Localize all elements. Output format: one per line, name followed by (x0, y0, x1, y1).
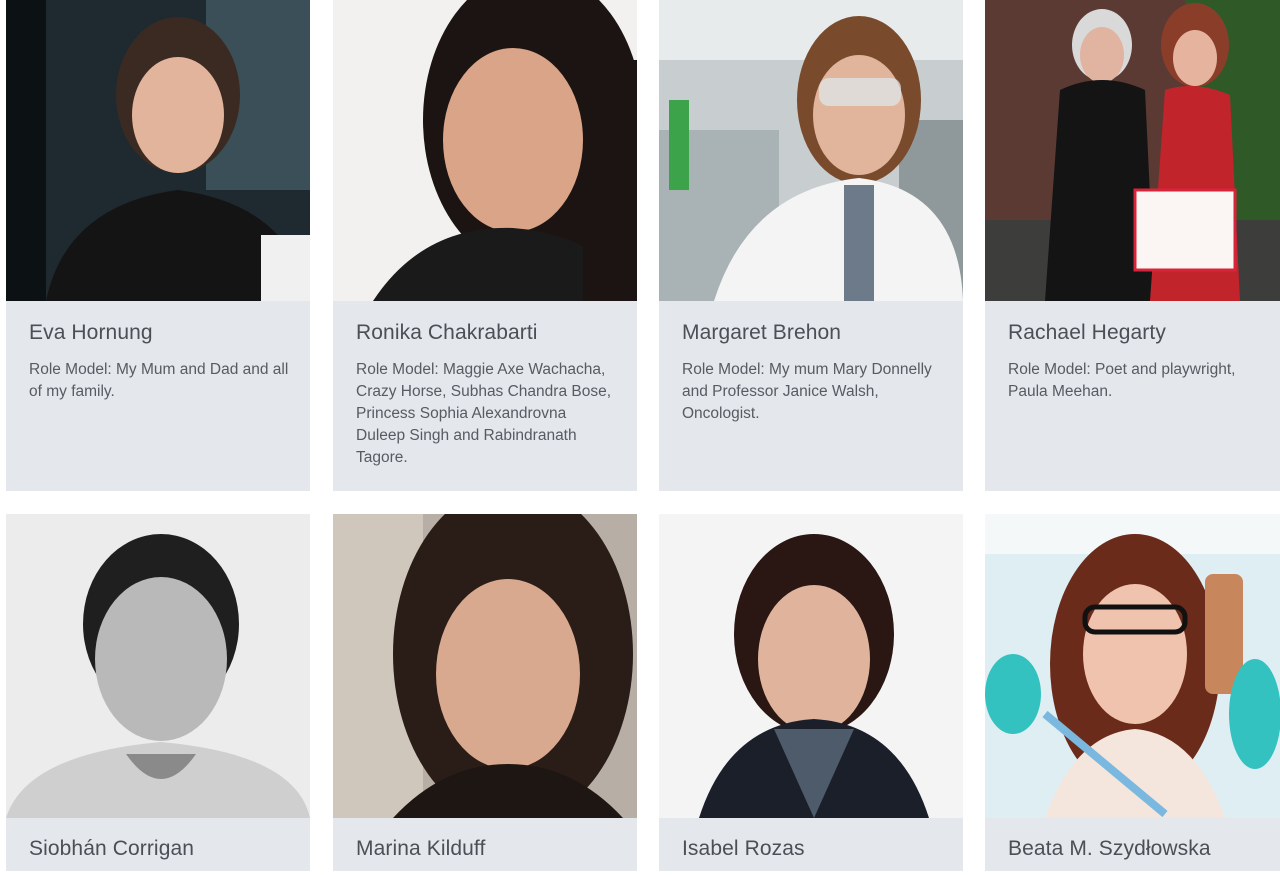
card-body: Eva Hornung Role Model: My Mum and Dad a… (29, 320, 292, 403)
profile-photo[interactable] (333, 0, 637, 301)
role-model-text: Role Model: Maggie Axe Wachacha, Crazy H… (356, 361, 612, 466)
profile-grid: Eva Hornung Role Model: My Mum and Dad a… (0, 0, 1280, 871)
profile-card-rachael-hegarty[interactable]: Rachael Hegarty Role Model: Poet and pla… (985, 0, 1280, 491)
profile-photo[interactable] (6, 514, 310, 818)
profile-card-siobhan-corrigan[interactable]: Siobhán Corrigan (6, 514, 310, 871)
profile-photo[interactable] (6, 0, 310, 301)
profile-card-margaret-brehon[interactable]: Margaret Brehon Role Model: My mum Mary … (659, 0, 963, 491)
role-model-text: Role Model: Poet and playwright, Paula M… (1008, 361, 1236, 400)
card-body: Marina Kilduff (356, 836, 619, 875)
role-model-text: Role Model: My Mum and Dad and all of my… (29, 361, 289, 400)
profile-photo[interactable] (985, 514, 1280, 818)
profile-photo[interactable] (333, 514, 637, 818)
card-body: Isabel Rozas (682, 836, 945, 875)
role-model-text: Role Model: My mum Mary Donnelly and Pro… (682, 361, 932, 422)
profile-photo[interactable] (659, 0, 963, 301)
card-body: Margaret Brehon Role Model: My mum Mary … (682, 320, 945, 425)
profile-photo[interactable] (659, 514, 963, 818)
profile-card-eva-hornung[interactable]: Eva Hornung Role Model: My Mum and Dad a… (6, 0, 310, 491)
profile-name: Siobhán Corrigan (29, 837, 195, 860)
profile-card-marina-kilduff[interactable]: Marina Kilduff (333, 514, 637, 871)
profile-card-beata-szydlowska[interactable]: Beata M. Szydłowska (985, 514, 1280, 871)
profile-name: Marina Kilduff (356, 837, 486, 860)
profile-card-isabel-rozas[interactable]: Isabel Rozas (659, 514, 963, 871)
profile-name: Ronika Chakrabarti (356, 321, 538, 344)
card-body: Rachael Hegarty Role Model: Poet and pla… (1008, 320, 1262, 403)
card-body: Beata M. Szydłowska (1008, 836, 1262, 875)
profile-name: Rachael Hegarty (1008, 321, 1166, 344)
profile-name: Beata M. Szydłowska (1008, 837, 1211, 860)
profile-photo[interactable] (985, 0, 1280, 301)
card-body: Siobhán Corrigan (29, 836, 292, 875)
profile-name: Eva Hornung (29, 321, 153, 344)
profile-name: Margaret Brehon (682, 321, 842, 344)
card-body: Ronika Chakrabarti Role Model: Maggie Ax… (356, 320, 619, 469)
profile-name: Isabel Rozas (682, 837, 805, 860)
profile-card-ronika-chakrabarti[interactable]: Ronika Chakrabarti Role Model: Maggie Ax… (333, 0, 637, 491)
